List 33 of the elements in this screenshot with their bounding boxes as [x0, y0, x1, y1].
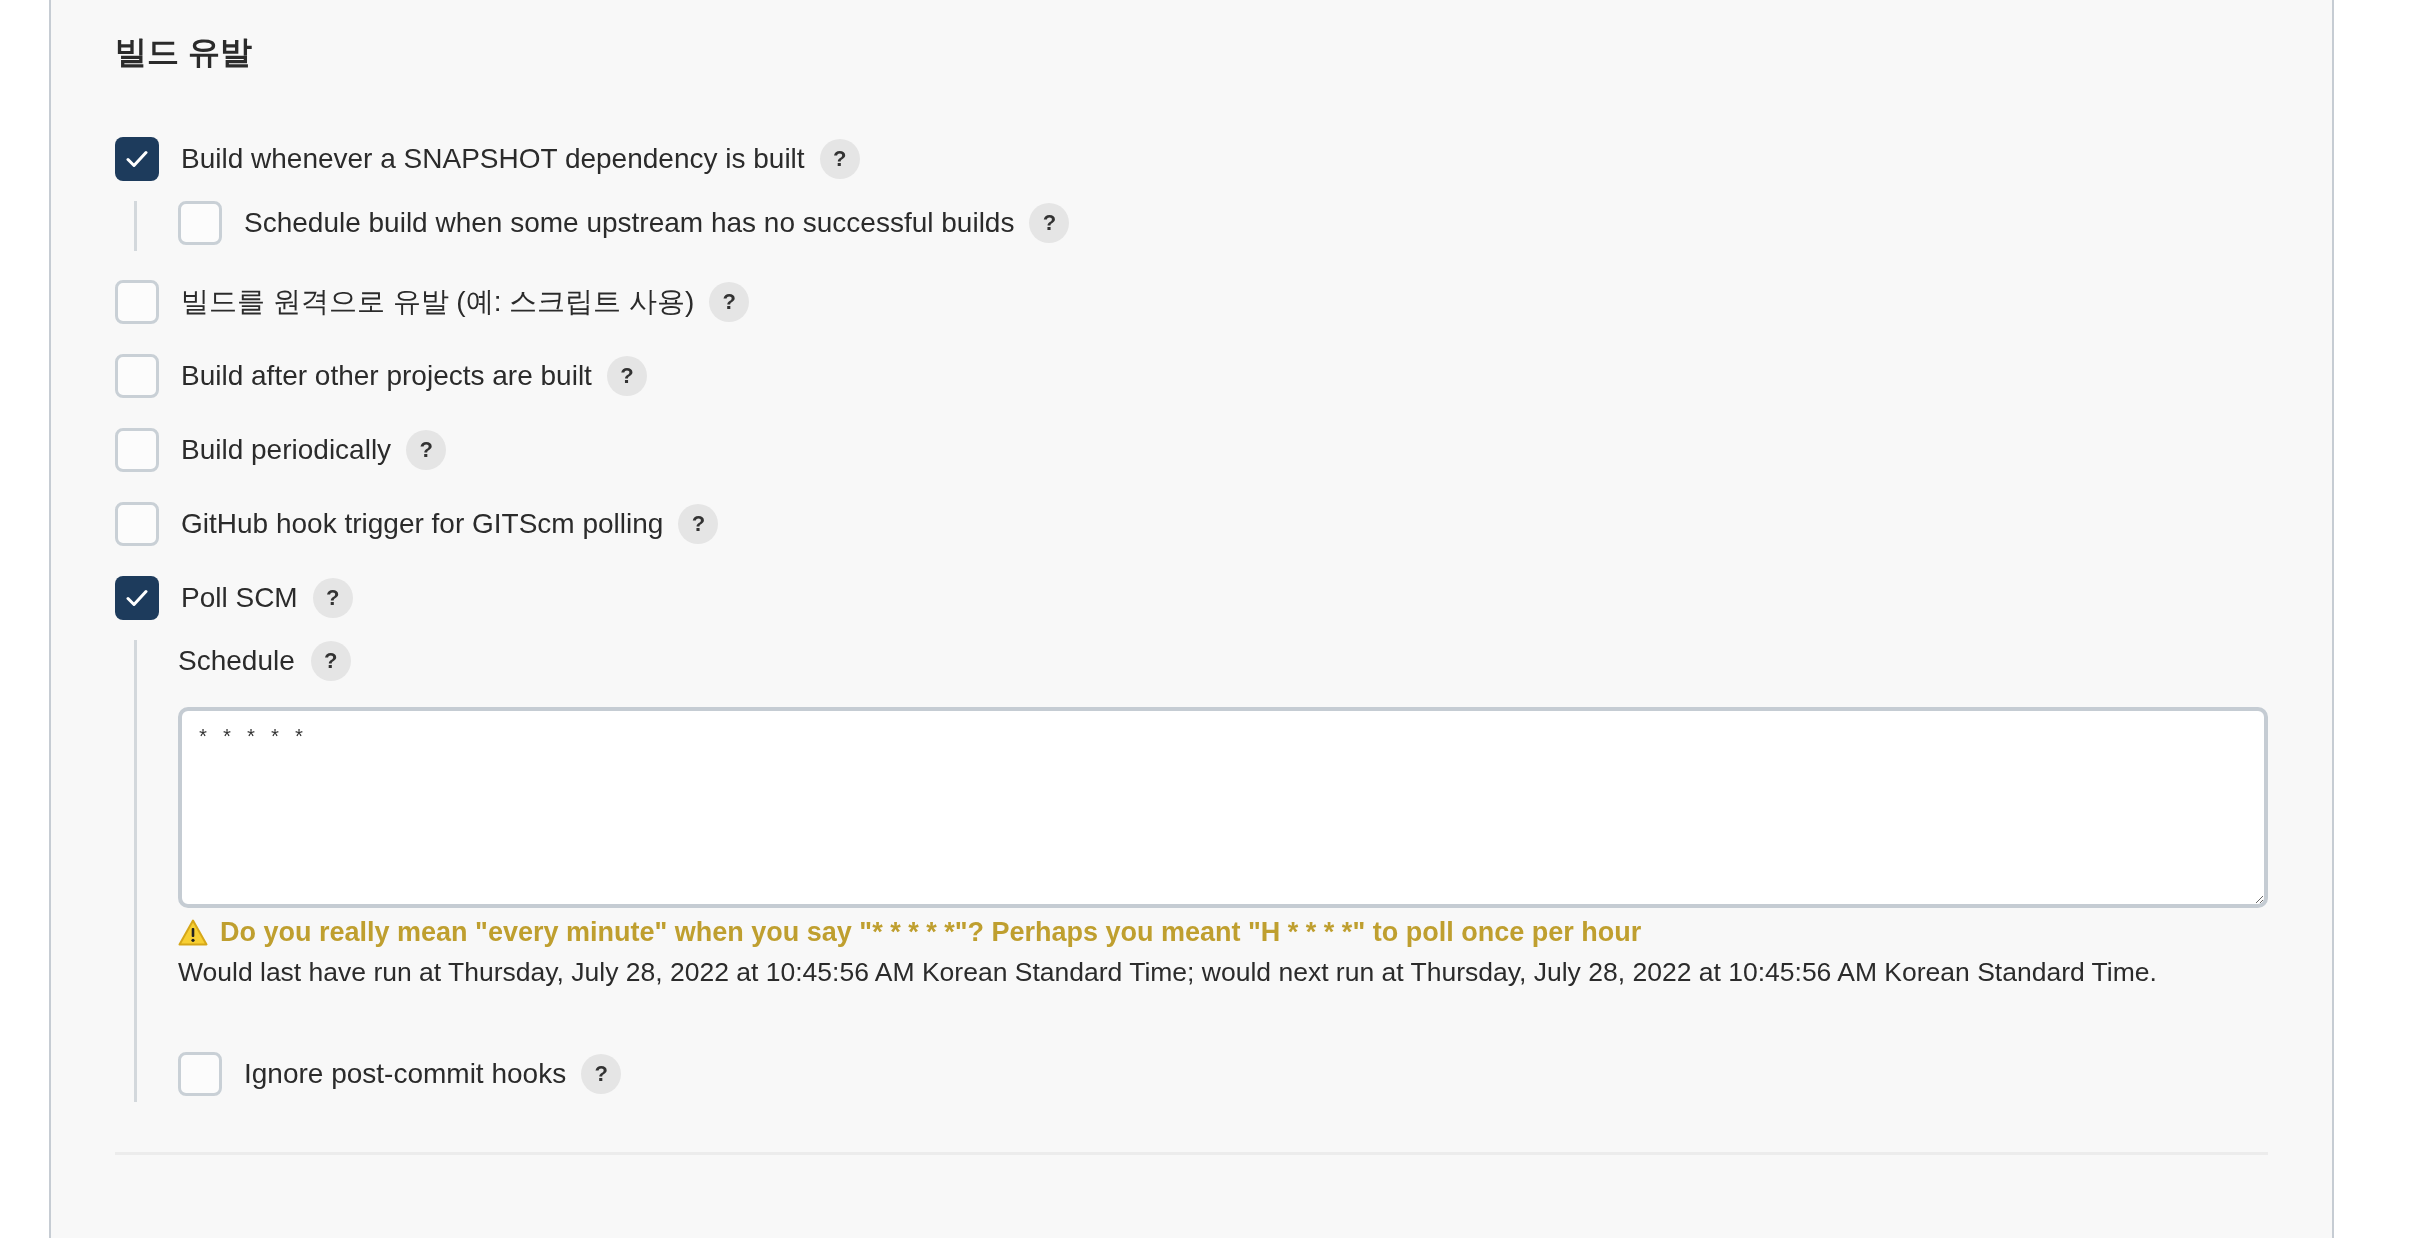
schedule-info-text: Would last have run at Thursday, July 28, 2022 at 10:45:56 AM Korean Standard Time; would next run at Thursday, July 28, 2022 at 10:45:56 AM Korean Standard Time. — [178, 956, 2157, 989]
checkbox[interactable] — [115, 576, 159, 620]
warning-message: Do you really mean "every minute" when you say "* * * * *"? Perhaps you meant "H * * * *" to poll once per hour — [220, 916, 1642, 949]
checkbox-label[interactable]: Ignore post-commit hooks — [244, 1056, 567, 1092]
checkmark-icon — [126, 589, 148, 607]
checkbox[interactable] — [115, 354, 159, 398]
warning-icon — [178, 918, 208, 946]
help-button[interactable]: ? — [1029, 203, 1070, 243]
help-button[interactable]: ? — [581, 1054, 622, 1094]
help-button[interactable]: ? — [406, 430, 447, 470]
checkmark-icon — [126, 150, 148, 168]
checkbox-label[interactable]: Build after other projects are built — [181, 358, 592, 394]
checkbox-label[interactable]: Build whenever a SNAPSHOT dependency is built — [181, 141, 805, 177]
help-button[interactable]: ? — [819, 139, 860, 179]
checkbox[interactable] — [115, 502, 159, 546]
checkbox[interactable] — [115, 428, 159, 472]
checkbox-label[interactable]: Poll SCM — [181, 580, 298, 616]
help-button[interactable]: ? — [709, 282, 750, 322]
checkbox-label[interactable]: GitHub hook trigger for GITScm polling — [181, 506, 664, 542]
help-button[interactable]: ? — [678, 504, 719, 544]
help-button[interactable]: ? — [310, 641, 351, 681]
help-button[interactable]: ? — [312, 578, 353, 618]
checkbox[interactable] — [115, 280, 159, 324]
checkbox-label[interactable]: Schedule build when some upstream has no successful builds — [244, 205, 1015, 241]
checkbox-label[interactable]: Build periodically — [181, 432, 392, 468]
help-button[interactable]: ? — [606, 356, 647, 396]
checkbox[interactable] — [178, 1052, 222, 1096]
checkbox[interactable] — [178, 201, 222, 245]
field-label: Schedule — [178, 644, 295, 678]
checkbox-label[interactable]: 빌드를 원격으로 유발 (예: 스크립트 사용) — [181, 284, 695, 320]
schedule-textarea[interactable]: * * * * * — [178, 707, 2268, 908]
checkbox[interactable] — [115, 137, 159, 181]
section-title: 빌드 유발 — [115, 33, 252, 72]
